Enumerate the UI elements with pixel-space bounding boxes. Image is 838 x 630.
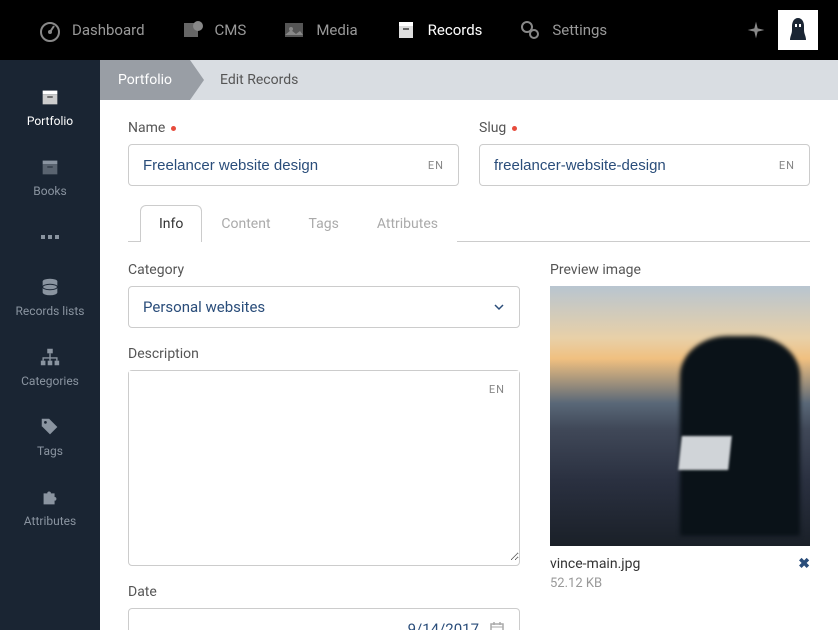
remove-image-button[interactable]: ✖ xyxy=(798,556,810,572)
description-label: Description xyxy=(128,346,520,362)
required-dot-icon xyxy=(512,126,517,131)
tab-tags[interactable]: Tags xyxy=(290,205,358,242)
puzzle-icon xyxy=(39,486,61,508)
avatar[interactable] xyxy=(778,10,818,50)
lang-badge: EN xyxy=(489,383,505,396)
sidebar-item-portfolio[interactable]: Portfolio xyxy=(0,72,100,142)
name-input[interactable] xyxy=(143,157,428,174)
breadcrumb: Portfolio Edit Records xyxy=(100,60,838,100)
nav-dashboard[interactable]: Dashboard xyxy=(20,0,163,60)
records-icon xyxy=(394,18,418,42)
nav-label: CMS xyxy=(215,21,247,39)
slug-input-wrap: EN xyxy=(479,144,810,186)
lang-badge: EN xyxy=(428,159,444,172)
sidebar-item-categories[interactable]: Categories xyxy=(0,332,100,402)
top-nav: Dashboard CMS Media Records Settings xyxy=(0,0,838,60)
tabs: Info Content Tags Attributes xyxy=(128,204,810,242)
description-textarea[interactable] xyxy=(129,371,519,561)
nav-cms[interactable]: CMS xyxy=(163,0,265,60)
nav-label: Settings xyxy=(552,21,607,39)
slug-input[interactable] xyxy=(494,157,779,174)
cms-icon xyxy=(181,18,205,42)
sidebar-item-books[interactable]: Books xyxy=(0,142,100,212)
breadcrumb-edit-records[interactable]: Edit Records xyxy=(190,60,316,100)
nav-media[interactable]: Media xyxy=(264,0,375,60)
box-icon xyxy=(39,156,61,178)
tags-icon xyxy=(39,416,61,438)
sidebar-item-attributes[interactable]: Attributes xyxy=(0,472,100,542)
breadcrumb-portfolio[interactable]: Portfolio xyxy=(100,60,190,100)
preview-label: Preview image xyxy=(550,262,810,278)
lang-badge: EN xyxy=(779,159,795,172)
dots-icon xyxy=(39,226,61,248)
compass-icon[interactable] xyxy=(746,20,766,40)
nav-label: Records xyxy=(428,21,483,39)
tab-content[interactable]: Content xyxy=(202,205,289,242)
date-input[interactable]: 9/14/2017 xyxy=(128,608,520,630)
box-icon xyxy=(39,86,61,108)
nav-label: Dashboard xyxy=(72,21,145,39)
name-label: Name xyxy=(128,120,459,136)
required-dot-icon xyxy=(171,126,176,131)
slug-label: Slug xyxy=(479,120,810,136)
database-icon xyxy=(39,276,61,298)
sitemap-icon xyxy=(39,346,61,368)
name-input-wrap: EN xyxy=(128,144,459,186)
tab-info[interactable]: Info xyxy=(140,205,202,242)
sidebar-item-records-lists[interactable]: Records lists xyxy=(0,262,100,332)
settings-icon xyxy=(518,18,542,42)
sidebar-item-label: Tags xyxy=(37,444,63,458)
sidebar-item-more[interactable] xyxy=(0,212,100,262)
tab-attributes[interactable]: Attributes xyxy=(358,205,457,242)
sidebar-item-label: Attributes xyxy=(24,514,76,528)
sidebar-item-tags[interactable]: Tags xyxy=(0,402,100,472)
nav-records[interactable]: Records xyxy=(376,0,501,60)
date-label: Date xyxy=(128,584,520,600)
sidebar: Portfolio Books Records lists Categories xyxy=(0,60,100,630)
preview-filename: vince-main.jpg xyxy=(550,556,640,572)
preview-filesize: 52.12 KB xyxy=(550,576,810,591)
sidebar-item-label: Categories xyxy=(21,374,79,388)
sidebar-item-label: Records lists xyxy=(16,304,85,318)
media-icon xyxy=(282,18,306,42)
preview-image[interactable] xyxy=(550,286,810,546)
calendar-icon xyxy=(489,621,505,630)
sidebar-item-label: Books xyxy=(33,184,66,198)
nav-settings[interactable]: Settings xyxy=(500,0,625,60)
gauge-icon xyxy=(38,18,62,42)
nav-label: Media xyxy=(316,21,357,39)
sidebar-item-label: Portfolio xyxy=(27,114,73,128)
category-select[interactable]: Personal websites xyxy=(128,286,520,328)
category-label: Category xyxy=(128,262,520,278)
chevron-down-icon xyxy=(493,301,505,313)
